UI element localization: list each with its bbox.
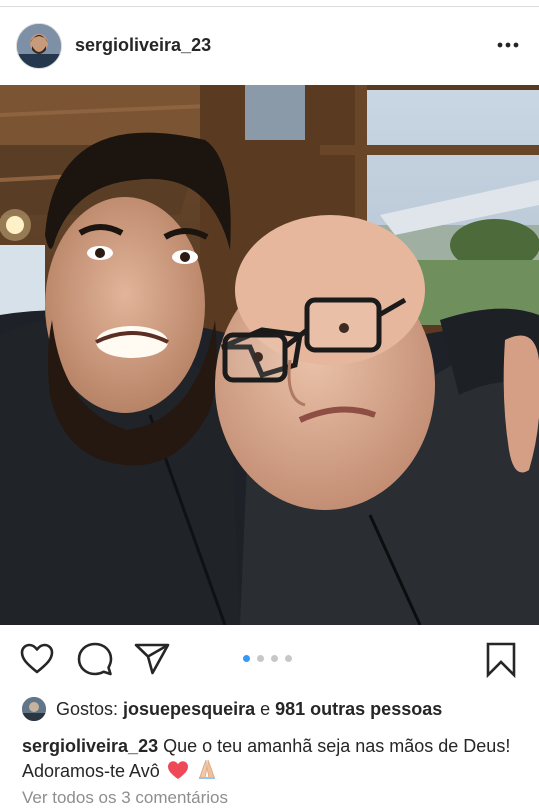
share-button[interactable] [133, 640, 171, 678]
carousel-dot [271, 655, 278, 662]
caption-username[interactable]: sergioliveira_23 [22, 736, 158, 756]
likes-joiner: e [260, 699, 271, 719]
red-heart-icon [167, 760, 189, 786]
likes-text: Gostos: josuepesqueira e 981 outras pess… [56, 699, 442, 720]
carousel-dot [285, 655, 292, 662]
bookmark-icon [486, 642, 516, 679]
liker-avatar[interactable] [22, 697, 46, 721]
profile-avatar[interactable] [16, 23, 62, 69]
view-all-comments-link[interactable]: Ver todos os 3 comentários [22, 788, 228, 808]
likes-others[interactable]: 981 outras pessoas [275, 699, 442, 719]
direct-share-icon [134, 643, 170, 675]
likes-row: Gostos: josuepesqueira e 981 outras pess… [22, 697, 532, 725]
save-button[interactable] [482, 640, 520, 679]
post-actions-bar [0, 636, 539, 684]
liker-username[interactable]: josuepesqueira [123, 699, 255, 719]
top-divider [0, 6, 539, 7]
carousel-dot [257, 655, 264, 662]
carousel-dot-active [243, 655, 250, 662]
post-username[interactable]: sergioliveira_23 [75, 35, 211, 56]
heart-outline-icon [20, 643, 54, 674]
post-photo[interactable] [0, 85, 539, 625]
comment-button[interactable] [76, 640, 114, 678]
post-header: sergioliveira_23 [0, 18, 539, 76]
likes-prefix: Gostos: [56, 699, 119, 719]
folded-hands-icon [196, 758, 218, 786]
comment-icon [77, 642, 113, 676]
post-caption: sergioliveira_23 Que o teu amanhã seja n… [22, 734, 522, 786]
more-options-icon[interactable] [497, 35, 519, 55]
like-button[interactable] [18, 640, 56, 678]
